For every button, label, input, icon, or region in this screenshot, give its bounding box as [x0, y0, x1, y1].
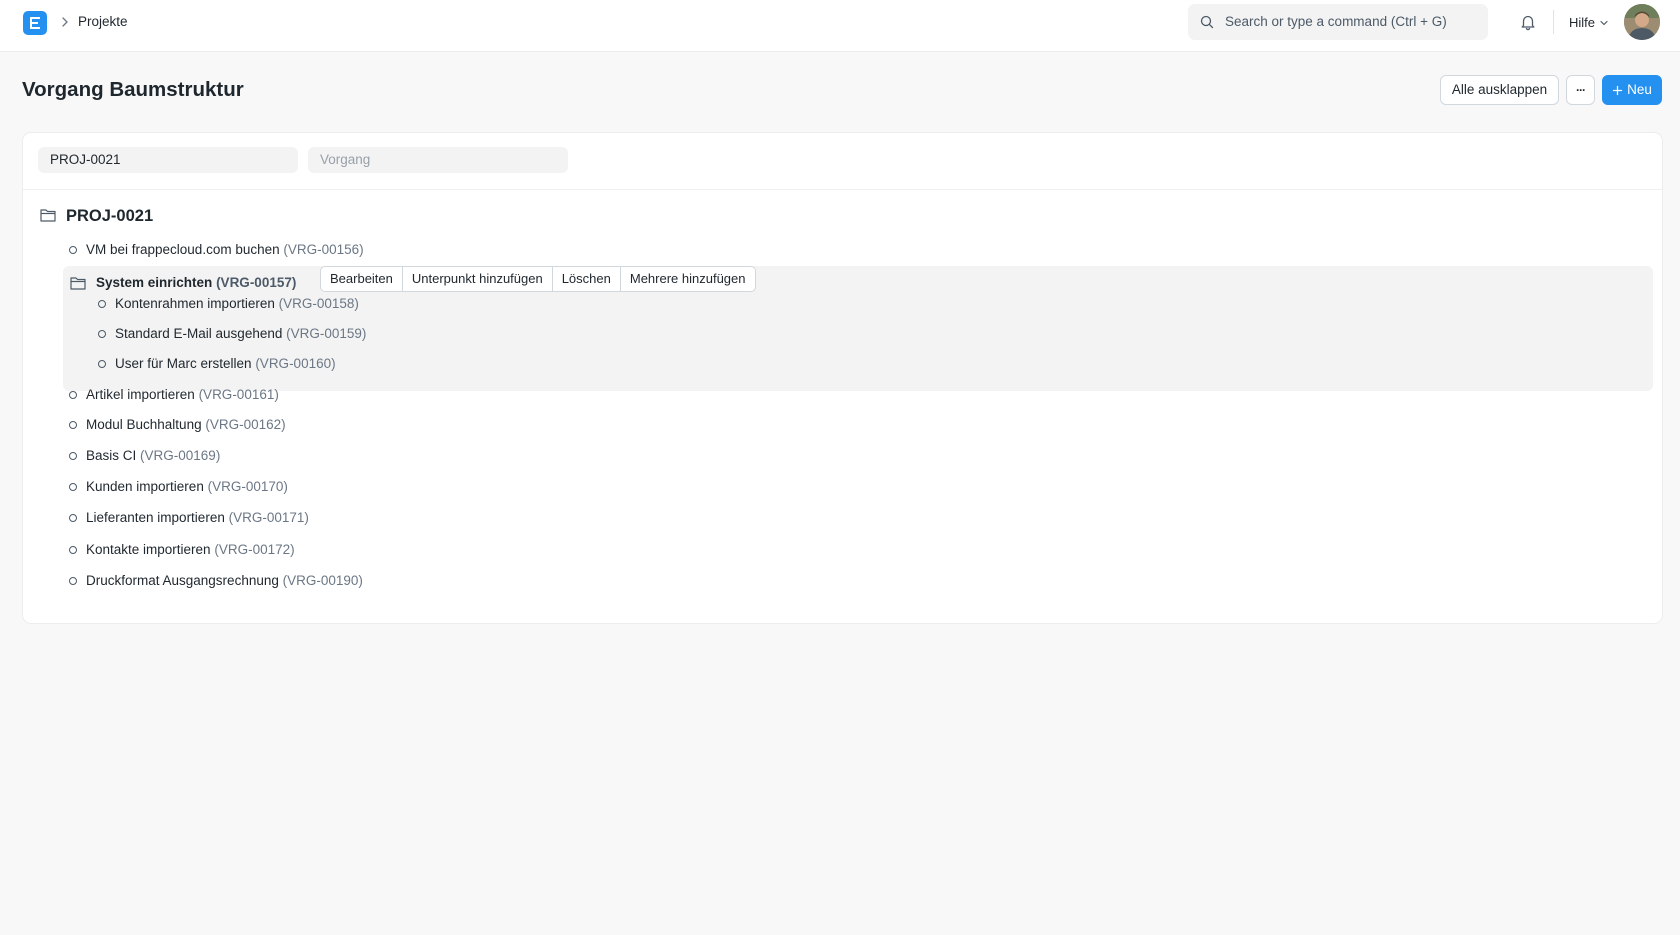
leaf-node-icon [69, 391, 77, 399]
tree-node-name: VM bei frappecloud.com buchen [86, 242, 280, 257]
tree-node-label: Lieferanten importieren (VRG-00171) [86, 509, 309, 527]
help-label: Hilfe [1569, 15, 1596, 30]
filter-bar: PROJ-0021 Vorgang [23, 133, 1662, 190]
folder-icon[interactable] [39, 206, 57, 224]
tree-node-name: Modul Buchhaltung [86, 417, 202, 432]
breadcrumb-projects[interactable]: Projekte [78, 14, 128, 30]
navbar-divider [1553, 10, 1554, 34]
leaf-node-icon [69, 421, 77, 429]
expand-all-button[interactable]: Alle ausklappen [1440, 75, 1559, 105]
tree-node-id: (VRG-00190) [282, 573, 363, 588]
selected-node-name: System einrichten [96, 275, 213, 290]
more-actions-button[interactable]: ··· [1566, 75, 1595, 105]
tree-node-label: Modul Buchhaltung (VRG-00162) [86, 416, 286, 434]
leaf-node-icon [69, 546, 77, 554]
add-child-button[interactable]: Unterpunkt hinzufügen [403, 267, 553, 291]
tree-node-label: Kunden importieren (VRG-00170) [86, 478, 288, 496]
chevron-down-icon [1600, 20, 1608, 26]
search-icon [1200, 15, 1214, 29]
tree-node-label: Standard E-Mail ausgehend (VRG-00159) [115, 325, 366, 343]
search-input[interactable]: Search or type a command (Ctrl + G) [1225, 14, 1447, 30]
tree-node-label: Kontakte importieren (VRG-00172) [86, 541, 295, 559]
tree-node-id: (VRG-00169) [140, 448, 221, 463]
tree-node-name: Standard E-Mail ausgehend [115, 326, 283, 341]
tree-node-name: Artikel importieren [86, 387, 195, 402]
notification-bell-icon[interactable] [1519, 13, 1537, 31]
tree-node-label: User für Marc erstellen (VRG-00160) [115, 355, 336, 373]
leaf-node-icon [98, 360, 106, 368]
tree-node-id: (VRG-00161) [198, 387, 279, 402]
chevron-right-icon [62, 17, 68, 27]
tree-node-id: (VRG-00158) [278, 296, 359, 311]
new-button[interactable]: Neu [1602, 75, 1662, 105]
user-avatar[interactable] [1624, 4, 1660, 40]
tree-node-id: (VRG-00171) [228, 510, 309, 525]
project-filter-input[interactable]: PROJ-0021 [38, 147, 298, 173]
folder-open-icon[interactable] [69, 274, 87, 292]
avatar-image [1624, 4, 1660, 40]
node-actions-toolbar: Bearbeiten Unterpunkt hinzufügen Löschen… [320, 266, 756, 292]
task-filter-input[interactable]: Vorgang [308, 147, 568, 173]
tree-node-name: Druckformat Ausgangsrechnung [86, 573, 279, 588]
edit-button[interactable]: Bearbeiten [321, 267, 403, 291]
leaf-node-icon [98, 300, 106, 308]
tree-node-label: Basis CI (VRG-00169) [86, 447, 220, 465]
tree-node-name: Lieferanten importieren [86, 510, 225, 525]
new-button-label: Neu [1627, 82, 1652, 97]
leaf-node-icon [69, 577, 77, 585]
tree-node-name: Kunden importieren [86, 479, 204, 494]
leaf-node-icon [69, 514, 77, 522]
tree-node-id: (VRG-00156) [283, 242, 364, 257]
tree-node-name: User für Marc erstellen [115, 356, 252, 371]
app-logo-icon [30, 17, 40, 29]
selected-node-id: (VRG-00157) [216, 275, 297, 290]
tree-node-id: (VRG-00172) [214, 542, 295, 557]
tree-card: PROJ-0021 Vorgang PROJ-0021 VM bei frapp… [22, 132, 1663, 624]
search-bar[interactable]: Search or type a command (Ctrl + G) [1188, 4, 1488, 40]
tree-node-label: Kontenrahmen importieren (VRG-00158) [115, 295, 359, 313]
tree-node-name: Kontenrahmen importieren [115, 296, 275, 311]
tree-node-name: Basis CI [86, 448, 137, 463]
page-title: Vorgang Baumstruktur [22, 78, 244, 101]
tree-root-label[interactable]: PROJ-0021 [66, 206, 153, 226]
leaf-node-icon [69, 483, 77, 491]
delete-button[interactable]: Löschen [553, 267, 621, 291]
leaf-node-icon [69, 246, 77, 254]
tree-node-name: Kontakte importieren [86, 542, 211, 557]
help-dropdown[interactable]: Hilfe [1569, 15, 1609, 31]
more-icon: ··· [1576, 83, 1586, 97]
leaf-node-icon [98, 330, 106, 338]
plus-icon [1612, 85, 1623, 95]
tree-node-id: (VRG-00160) [255, 356, 336, 371]
tree-node-id: (VRG-00162) [205, 417, 286, 432]
tree-node-label: Artikel importieren (VRG-00161) [86, 386, 279, 404]
app-logo[interactable] [23, 11, 47, 35]
selected-node-label[interactable]: System einrichten (VRG-00157) [96, 274, 296, 292]
tree-node-id: (VRG-00170) [207, 479, 288, 494]
leaf-node-icon [69, 452, 77, 460]
add-multiple-button[interactable]: Mehrere hinzufügen [621, 267, 755, 291]
navbar: Projekte Search or type a command (Ctrl … [0, 0, 1680, 52]
tree-node-label: VM bei frappecloud.com buchen (VRG-00156… [86, 241, 364, 259]
tree-node-id: (VRG-00159) [286, 326, 367, 341]
tree-node-label: Druckformat Ausgangsrechnung (VRG-00190) [86, 572, 363, 590]
